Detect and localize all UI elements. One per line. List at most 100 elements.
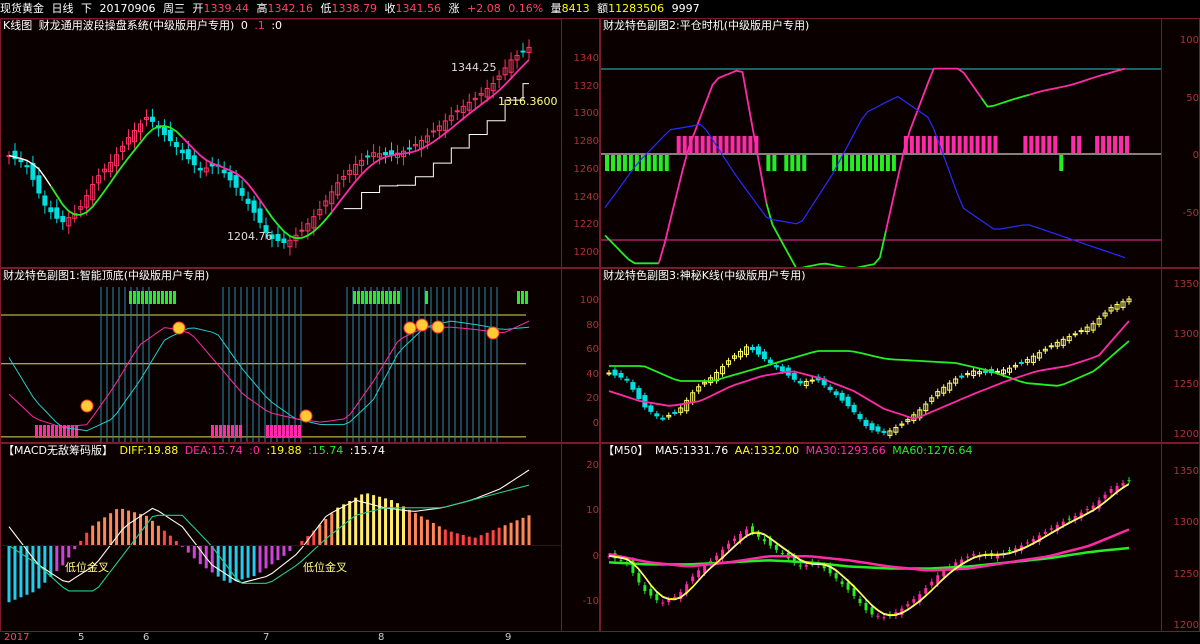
sub2-bar-up (736, 136, 741, 153)
amt-label: 额 (597, 2, 609, 15)
macd-panel[interactable]: 【MACD无敌筹码版】 DIFF:19.88 DEA:15.74 :0 :19.… (0, 443, 600, 632)
nav-down[interactable]: 下 (81, 2, 92, 15)
sub3-body (761, 351, 767, 360)
sub2-bar-up (951, 136, 956, 153)
sub3-title[interactable]: 财龙特色副图3:神秘K线(中级版用户专用) (603, 269, 806, 282)
ma-body (661, 602, 665, 604)
macd-bar (43, 545, 47, 583)
macd-bar (97, 521, 101, 546)
macd-title[interactable]: 【MACD无敌筹码版】 (3, 444, 113, 457)
macd-bar (419, 516, 423, 546)
candle-body (454, 110, 460, 113)
macd-bar (252, 545, 256, 577)
ma-body (1103, 494, 1107, 499)
sub1-top-block (161, 291, 164, 304)
date-month-5: 5 (78, 632, 85, 643)
kline-chart[interactable] (1, 19, 561, 268)
sub2-bar-up (1119, 136, 1124, 153)
sub1-panel[interactable]: 财龙特色副图1:智能顶底(中级版用户专用) 100 80 60 40 20 0 (0, 268, 600, 443)
sub2-bar-down (850, 155, 855, 171)
sub2-bar-up (921, 136, 926, 153)
macd-bar (437, 526, 441, 546)
macd-bar (121, 508, 125, 546)
kline-label-low: 1204.76 (227, 230, 273, 243)
macd-bar (431, 522, 435, 546)
macd-bar (144, 515, 148, 546)
open-value: 1339.44 (203, 2, 250, 15)
sub2-bar-down (1059, 155, 1064, 171)
y-tick: 1250 (1173, 568, 1199, 580)
sub2-bar-up (1077, 136, 1082, 153)
macd-bar (515, 520, 519, 546)
macd-bar (473, 537, 477, 546)
y-tick: 0 (592, 550, 599, 562)
y-tick: 1300 (1173, 517, 1199, 529)
kline-indicator[interactable]: 财龙通用波段操盘系统(中级版用户专用) (39, 19, 235, 32)
ma-body (762, 539, 766, 542)
candle-body (239, 188, 245, 196)
kline-panel[interactable]: K线图 财龙通用波段操盘系统(中级版用户专用) 0 .1 :0 1340 1320… (0, 18, 600, 268)
instrument-name[interactable]: 现货黄金 (0, 2, 44, 15)
sub1-bottom-block (211, 425, 214, 438)
sub1-title[interactable]: 财龙特色副图1:智能顶底(中级版用户专用) (3, 269, 209, 282)
sub1-top-block (173, 291, 176, 304)
sub2-title[interactable]: 财龙特色副图2:平仓时机(中级版用户专用) (603, 19, 809, 32)
macd-bar (192, 545, 196, 559)
ma-aa: AA:1332.00 (734, 444, 800, 457)
macd-cross-label-1: 低位金叉 (65, 561, 109, 574)
macd-bar (264, 545, 268, 569)
candle-body (257, 208, 263, 223)
candle-body (299, 229, 305, 232)
y-tick: 40 (586, 368, 599, 380)
sub1-top-block (165, 291, 168, 304)
macd-bar (91, 525, 95, 546)
sub2-chart[interactable] (601, 19, 1161, 268)
high-value: 1342.16 (267, 2, 314, 15)
macd-bar (503, 525, 507, 546)
sub3-chart[interactable] (601, 269, 1161, 443)
candle-body (227, 172, 233, 181)
macd-chart[interactable] (1, 444, 561, 632)
macd-bar (401, 506, 405, 546)
sub1-top-block (365, 291, 368, 304)
candle-body (221, 169, 227, 174)
y-tick: 80 (586, 319, 599, 331)
sub1-bottom-block (55, 425, 58, 438)
sub2-bar-down (885, 155, 890, 171)
ma-body (870, 607, 874, 615)
y-tick: 0 (1192, 150, 1199, 162)
ma-chart[interactable] (601, 444, 1161, 632)
change-pct-value: 0.16% (508, 2, 544, 15)
date-month-8: 8 (378, 632, 385, 643)
sub2-bar-up (676, 136, 681, 153)
sub2-bar-up (1053, 136, 1058, 153)
sub2-bar-up (706, 136, 711, 153)
sub2-bar-up (981, 136, 986, 153)
period-label[interactable]: 日线 (52, 2, 74, 15)
sub1-chart[interactable] (1, 269, 561, 443)
macd-bar (103, 517, 107, 546)
ma-body (846, 582, 850, 590)
macd-bar (372, 495, 376, 546)
macd-bar (55, 545, 59, 572)
ma-title[interactable]: 【M50】 (603, 444, 649, 457)
macd-dea: DEA:15.74 (184, 444, 243, 457)
macd-bar (378, 496, 382, 546)
sub2-line-green-3 (980, 93, 1030, 108)
sub3-body (606, 372, 612, 375)
sub1-bottom-block (278, 425, 281, 438)
sub2-bar-down (796, 155, 801, 171)
smiley-icon (431, 320, 445, 334)
date-value: 20170906 (99, 2, 156, 15)
sub3-panel[interactable]: 财龙特色副图3:神秘K线(中级版用户专用) 1350 1300 1250 1200 (600, 268, 1200, 443)
ma-body (882, 617, 886, 619)
sub2-bar-down (610, 155, 615, 171)
ma-body (930, 581, 934, 586)
ma-panel[interactable]: 【M50】 MA5:1331.76 AA:1332.00 MA30:1293.6… (600, 443, 1200, 632)
sub2-bar-up (682, 136, 687, 153)
ma-body (1025, 542, 1029, 544)
sub1-top-block (157, 291, 160, 304)
macd-bar (79, 540, 83, 546)
sub2-panel[interactable]: 财龙特色副图2:平仓时机(中级版用户专用) 100 50 0 -50 (600, 18, 1200, 268)
sub2-bar-down (772, 155, 777, 171)
